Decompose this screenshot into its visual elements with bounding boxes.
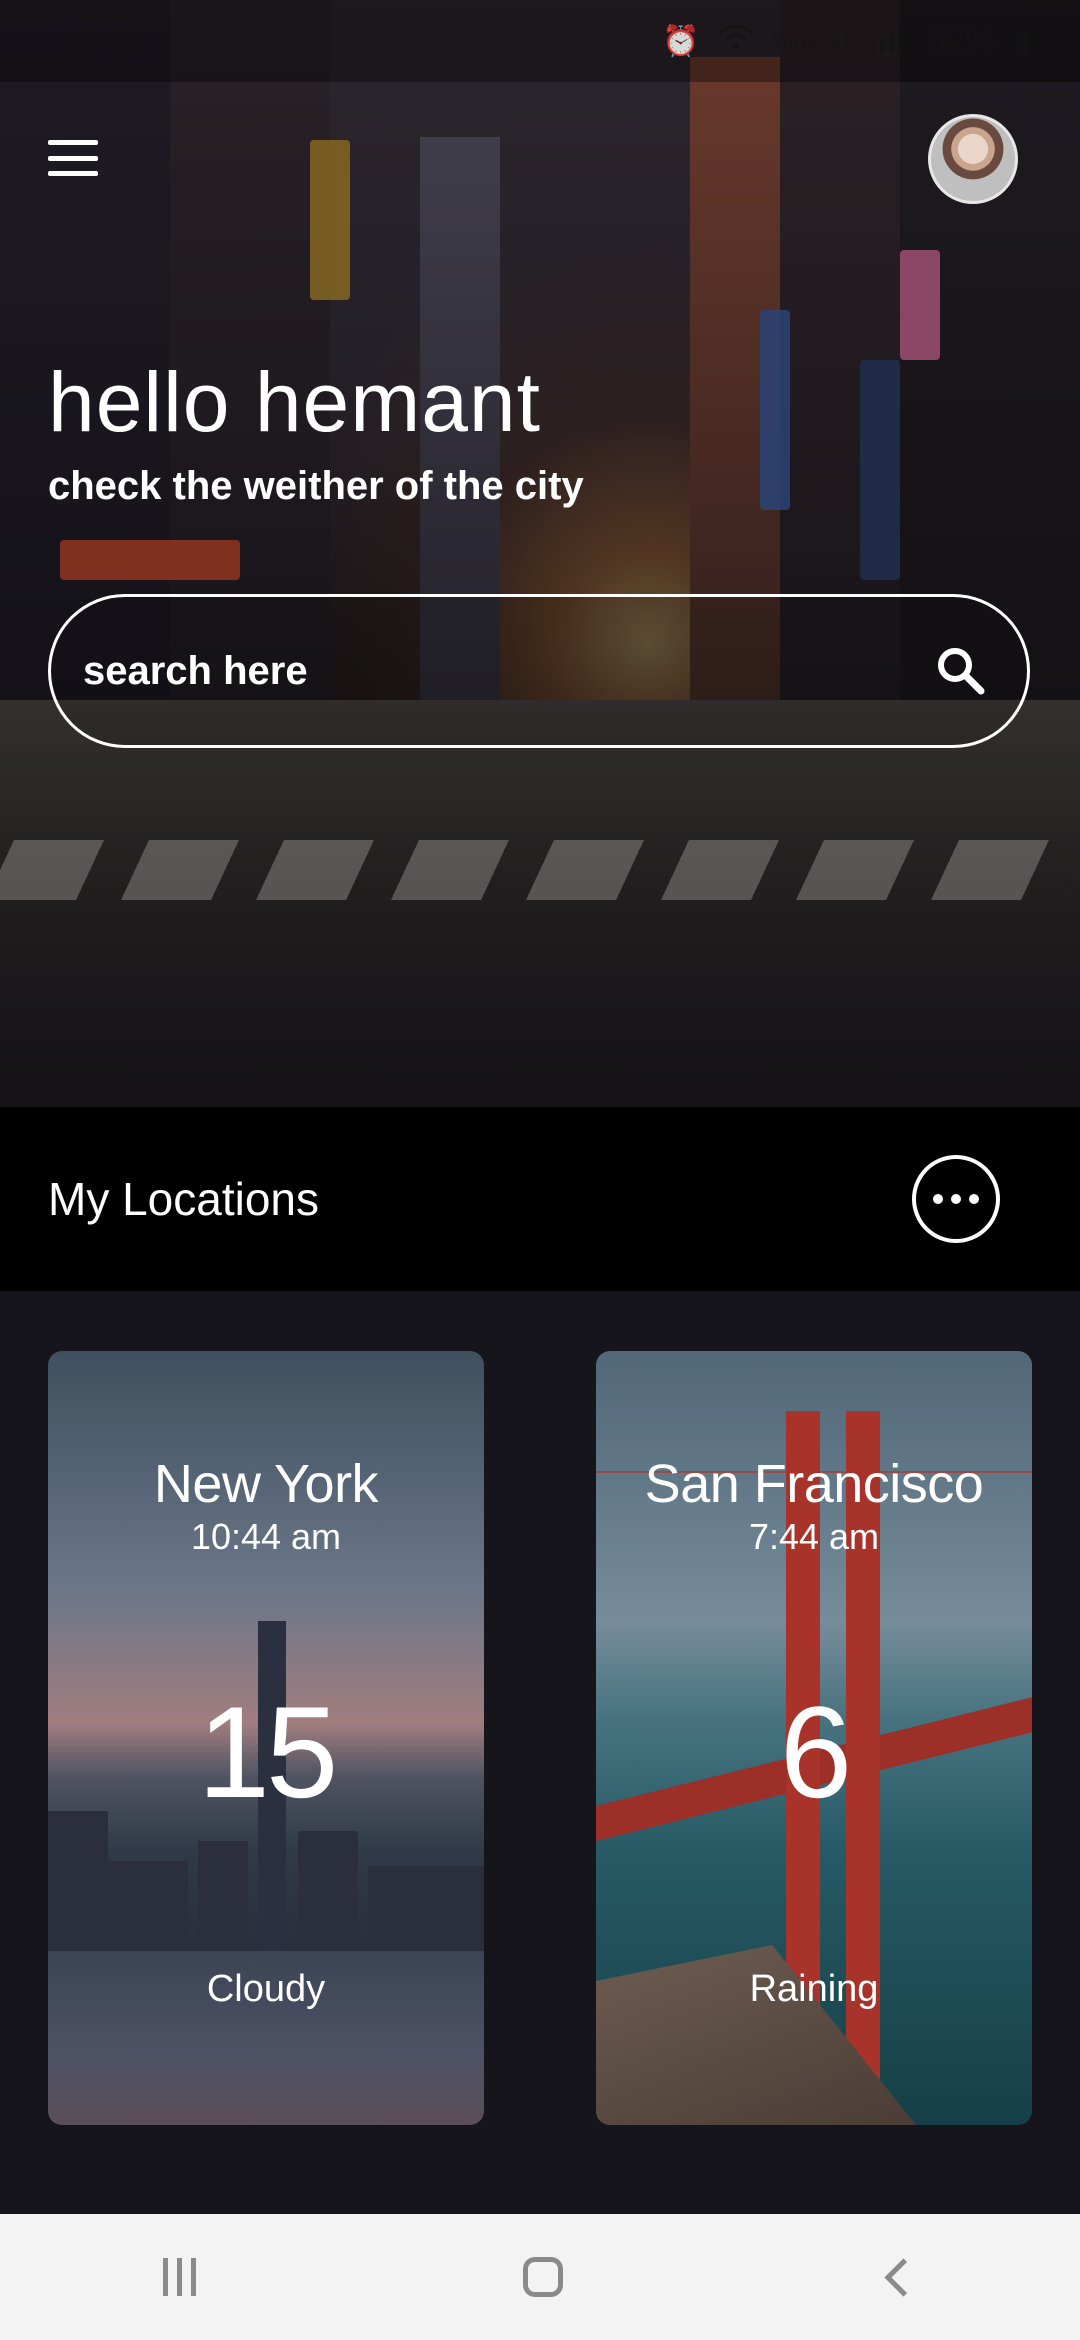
skyscraper [198,1841,248,1951]
more-options-icon[interactable] [912,1155,1000,1243]
locations-title: My Locations [48,1173,320,1225]
card-content: New York 10:44 am 15 [48,1457,484,1817]
card-time: 7:44 am [748,1516,880,1557]
alarm-icon: ⏰ [662,24,700,58]
hero-background [0,0,1080,1107]
card-condition: Cloudy [206,1968,326,2010]
card-temperature: 15 [197,1678,339,1825]
status-icons: ⏰ Vo)) LTE1 52% ▮ [662,22,1030,61]
search-bar[interactable] [48,594,1030,748]
card-time: 10:44 am [190,1516,342,1557]
locations-header: My Locations [0,1107,1080,1291]
hamburger-menu-icon[interactable] [48,140,98,176]
battery-icon: ▮ [1013,24,1030,58]
card-content: San Francisco 7:44 am 6 [596,1457,1032,1817]
home-icon[interactable] [522,2257,563,2297]
location-card-new-york[interactable]: New York 10:44 am 15 Cloudy [48,1351,484,2125]
dot [951,1194,961,1204]
greeting-title: hello hemant [48,355,541,449]
dot [933,1194,943,1204]
card-city: San Francisco [644,1454,984,1514]
status-time: 12:55 [60,21,146,60]
search-icon[interactable] [935,645,987,697]
skyscraper [108,1861,188,1951]
back-icon[interactable] [884,2257,923,2297]
volte-icon: Vo)) LTE1 [771,31,852,51]
status-bar: 12:55 ⏰ Vo)) LTE1 52% ▮ [0,0,1080,82]
card-temperature: 6 [779,1678,852,1825]
menu-line [48,140,98,145]
recents-icon[interactable] [163,2258,197,2296]
avatar[interactable] [928,114,1018,204]
card-condition: Raining [749,1968,879,2010]
wifi-icon [718,23,754,59]
recents-bar [163,2258,169,2296]
system-nav-bar [0,2214,1080,2340]
skyscraper [298,1831,358,1951]
location-card-san-francisco[interactable]: San Francisco 7:44 am 6 Raining [596,1351,1032,2125]
card-city: New York [153,1454,379,1514]
skyscraper [368,1866,484,1951]
search-input[interactable] [81,647,935,695]
dot [969,1194,979,1204]
skyscraper [48,1811,108,1951]
greeting-subtitle: check the weither of the city [48,464,584,508]
recents-bar [177,2258,183,2296]
battery-level: 52% [927,21,996,60]
menu-line [48,155,98,161]
menu-line [48,171,98,176]
hero-overlay [0,0,1080,1107]
signal-icon [869,22,909,60]
recents-bar [191,2258,197,2296]
